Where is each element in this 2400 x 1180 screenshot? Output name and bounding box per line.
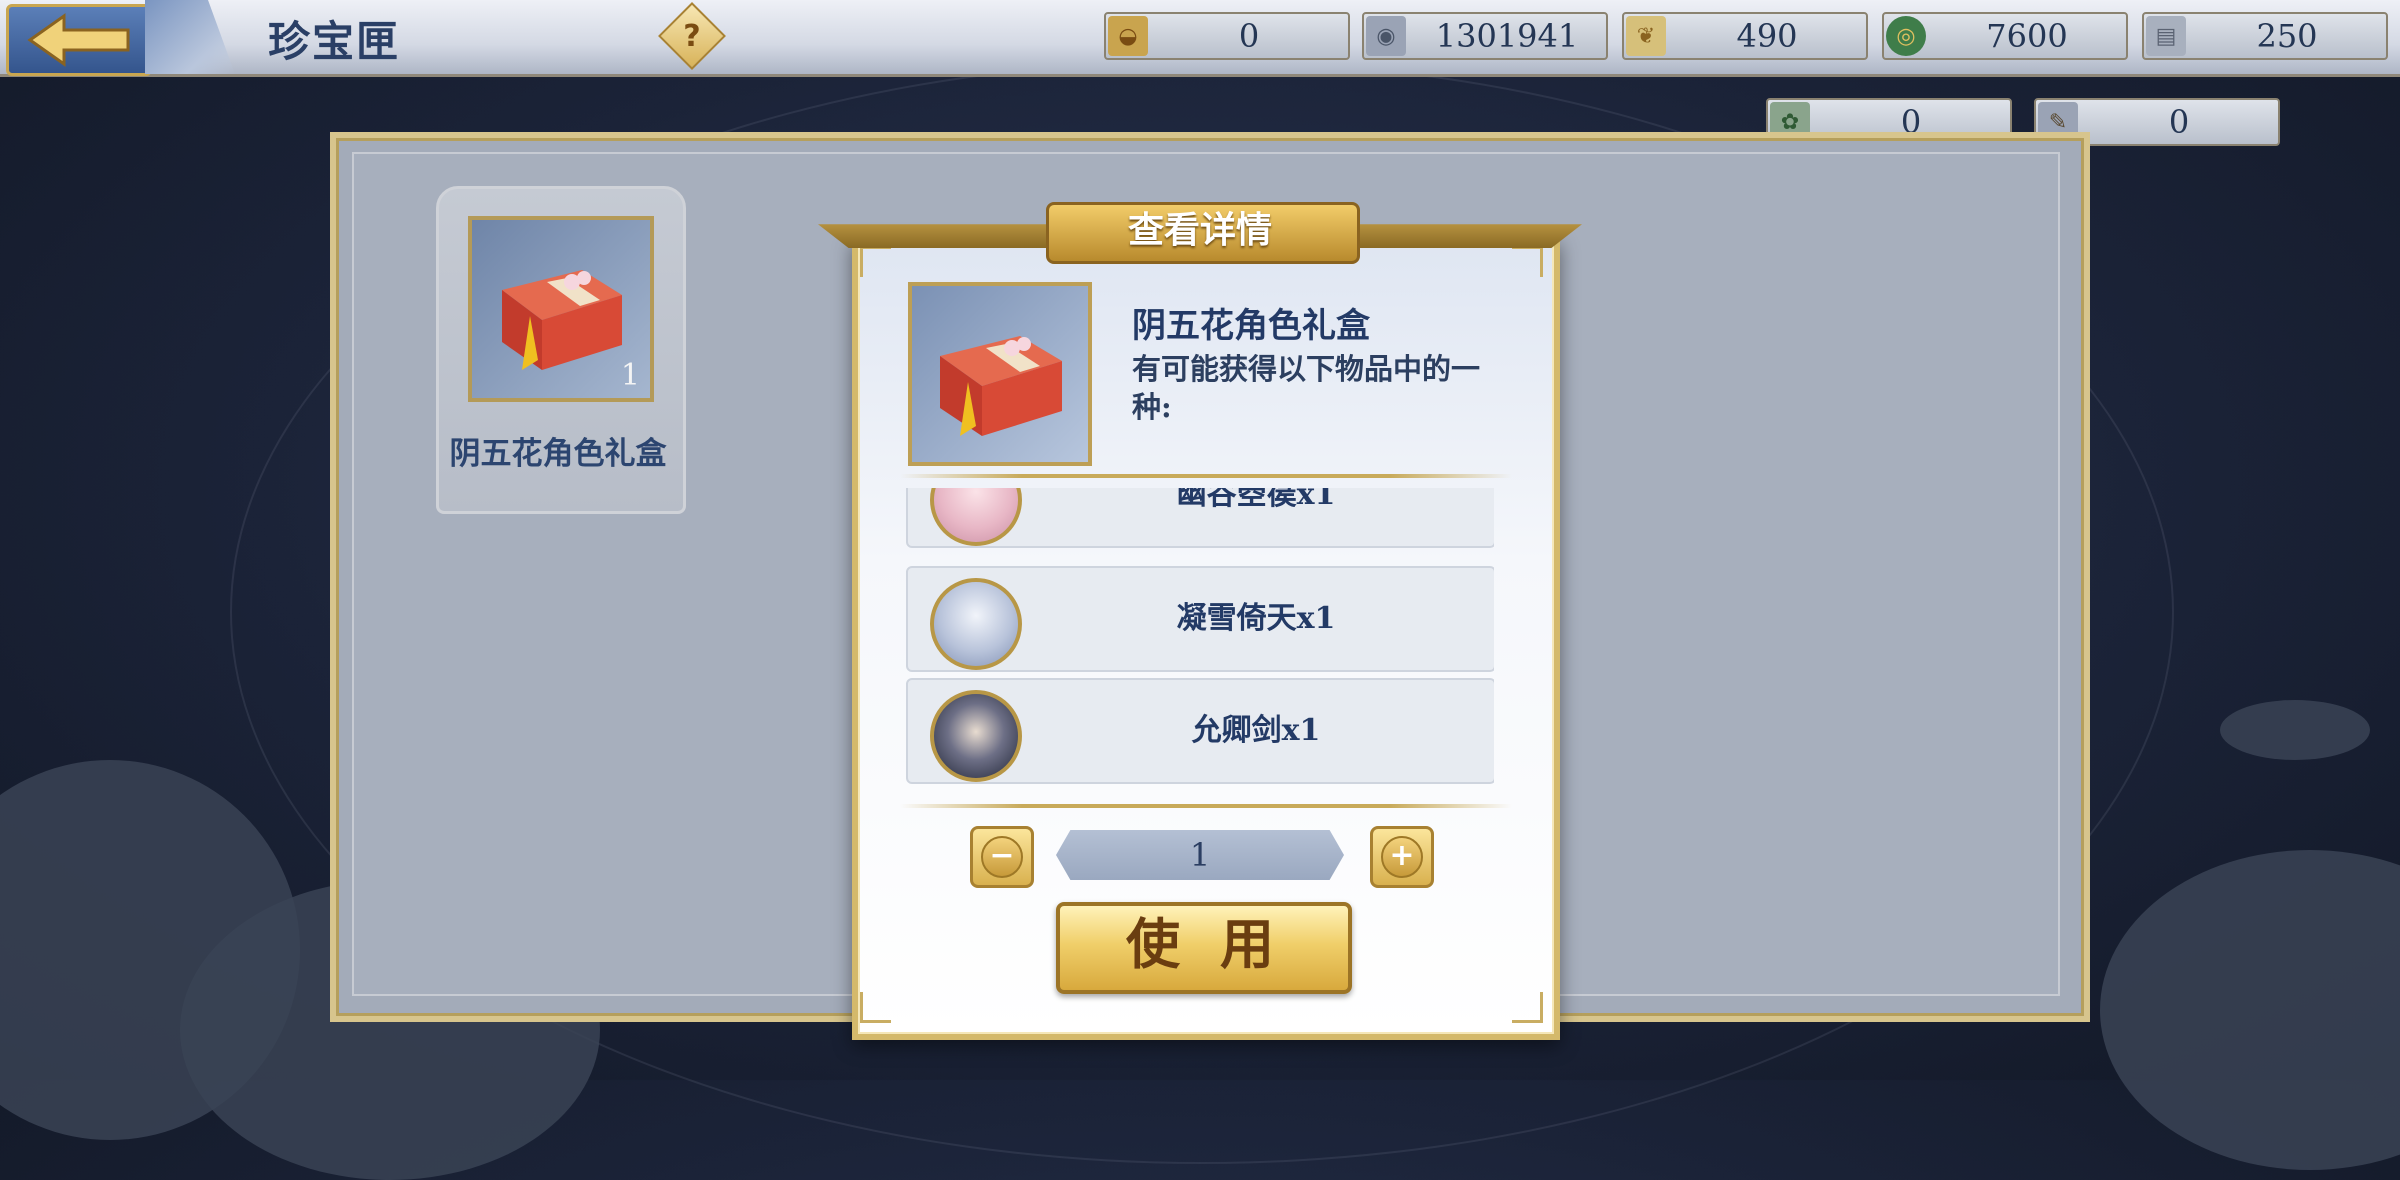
silver-coin-icon: ◉: [1366, 16, 1406, 56]
modal-item-name: 阴五花角色礼盒: [1132, 306, 1370, 346]
item-name: 阴五花角色礼盒: [449, 436, 667, 472]
back-button[interactable]: [6, 4, 152, 76]
page-title: 珍宝匣: [268, 17, 401, 66]
divider: [900, 474, 1512, 478]
top-bar: 珍宝匣 ? ◒ 0 ◉ 1301941 ❦ 490 ◎ 7600 ▤ 250: [0, 0, 2400, 77]
divider: [900, 804, 1512, 808]
gift-box-art: [940, 336, 1062, 436]
title-decoration: [145, 0, 235, 74]
reward-name: 幽谷箜篌x1: [1176, 488, 1336, 512]
jade-coin-icon: ◎: [1886, 16, 1926, 56]
corner-ornament: [1512, 992, 1543, 1023]
item-count: 1: [620, 358, 640, 393]
resource-value: 0: [2168, 103, 2190, 141]
back-arrow-icon: [27, 13, 130, 67]
modal-title: 查看详情: [1127, 209, 1272, 251]
resource-gold-ingot: ◒ 0: [1104, 12, 1350, 60]
use-button-label: 使用: [1126, 912, 1314, 976]
resource-value: 250: [2256, 17, 2318, 55]
reward-list[interactable]: 幽谷箜篌x1 凝雪倚天x1 允卿剑x1: [904, 488, 1494, 786]
modal-item-description: 有可能获得以下物品中的一种:: [1132, 352, 1481, 424]
resource-jade-coin: ◎ 7600: [1882, 12, 2128, 60]
plus-icon: +: [1381, 836, 1423, 878]
resource-value: 1301941: [1435, 17, 1579, 55]
character-avatar-silver: [930, 578, 1022, 670]
reward-row: 幽谷箜篌x1: [906, 488, 1494, 548]
resource-value: 7600: [1986, 17, 2068, 55]
resource-ginkgo-leaf: ❦ 490: [1622, 12, 1868, 60]
background-cloud: [2100, 850, 2400, 1170]
corner-ornament: [860, 992, 891, 1023]
resource-scroll-ticket: ▤ 250: [2142, 12, 2388, 60]
gift-box-icon: [908, 282, 1092, 466]
reward-name: 允卿剑x1: [1191, 713, 1321, 748]
corner-ornament: [860, 246, 891, 277]
background-cloud: [2220, 700, 2370, 760]
resource-silver-coin: ◉ 1301941: [1362, 12, 1608, 60]
character-avatar-dark: [930, 690, 1022, 782]
quantity-decrease-button[interactable]: −: [970, 826, 1034, 888]
reward-row: 允卿剑x1: [906, 678, 1494, 784]
question-icon: ?: [683, 18, 701, 54]
corner-ornament: [1512, 246, 1543, 277]
quantity-increase-button[interactable]: +: [1370, 826, 1434, 888]
gold-ingot-icon: ◒: [1108, 16, 1148, 56]
resource-value: 0: [1238, 17, 1260, 55]
resource-value: 490: [1736, 17, 1798, 55]
minus-icon: −: [981, 836, 1023, 878]
quantity-value: 1: [1189, 836, 1211, 874]
reward-row: 凝雪倚天x1: [906, 566, 1494, 672]
ginkgo-leaf-icon: ❦: [1626, 16, 1666, 56]
reward-name: 凝雪倚天x1: [1176, 601, 1336, 636]
character-avatar-pink: [930, 488, 1022, 546]
help-button[interactable]: ?: [658, 2, 726, 70]
scroll-ticket-icon: ▤: [2146, 16, 2186, 56]
